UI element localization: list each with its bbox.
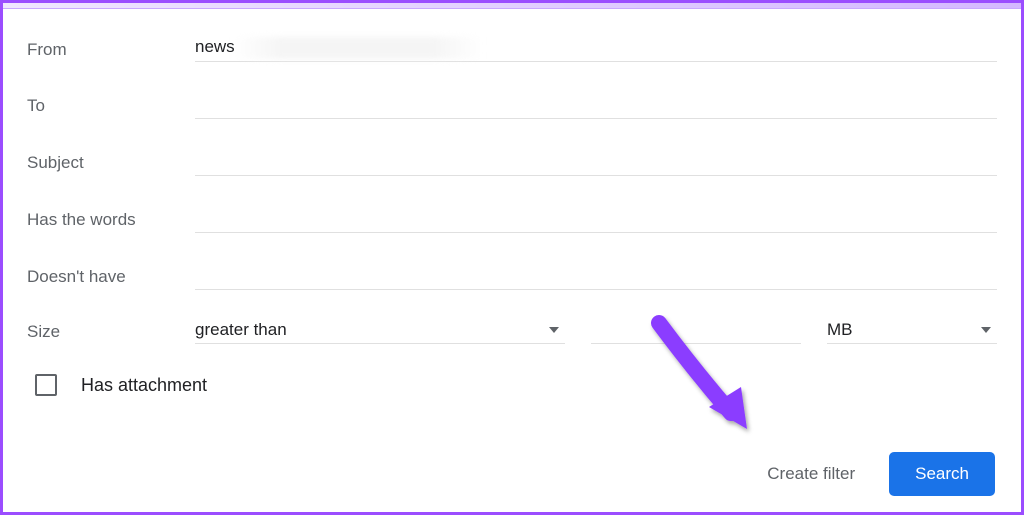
to-input[interactable] — [195, 92, 997, 116]
has-attachment-checkbox[interactable] — [35, 374, 57, 396]
from-input-wrap[interactable]: news — [195, 37, 997, 62]
size-unit-select[interactable]: MB — [827, 320, 997, 344]
to-row: To — [27, 92, 997, 119]
size-comparator-select[interactable]: greater than — [195, 320, 565, 344]
has-words-label: Has the words — [27, 210, 195, 230]
subject-row: Subject — [27, 149, 997, 176]
subject-input-wrap — [195, 149, 997, 176]
to-input-wrap — [195, 92, 997, 119]
from-input-value: news — [195, 37, 235, 56]
chevron-down-icon — [549, 327, 559, 333]
has-attachment-row: Has attachment — [35, 374, 997, 396]
filter-form: From news To Subject Has the words Doesn… — [3, 9, 1021, 396]
subject-label: Subject — [27, 153, 195, 173]
redacted-blur — [233, 37, 483, 59]
doesnt-have-label: Doesn't have — [27, 267, 195, 287]
doesnt-have-input-wrap — [195, 263, 997, 290]
footer-actions: Create filter Search — [761, 452, 995, 496]
chevron-down-icon — [981, 327, 991, 333]
search-button[interactable]: Search — [889, 452, 995, 496]
size-label: Size — [27, 322, 195, 342]
create-filter-button[interactable]: Create filter — [761, 456, 861, 492]
doesnt-have-row: Doesn't have — [27, 263, 997, 290]
size-row: Size greater than MB — [27, 320, 997, 344]
from-row: From news — [27, 37, 997, 62]
to-label: To — [27, 96, 195, 116]
doesnt-have-input[interactable] — [195, 263, 997, 287]
has-attachment-label: Has attachment — [81, 375, 207, 396]
size-unit-value: MB — [827, 320, 853, 340]
has-words-input-wrap — [195, 206, 997, 233]
subject-input[interactable] — [195, 149, 997, 173]
size-comparator-value: greater than — [195, 320, 287, 340]
size-number-wrap — [591, 320, 801, 344]
from-label: From — [27, 40, 195, 60]
has-words-input[interactable] — [195, 206, 997, 230]
search-filter-panel: From news To Subject Has the words Doesn… — [0, 0, 1024, 515]
size-number-input[interactable] — [591, 320, 801, 340]
has-words-row: Has the words — [27, 206, 997, 233]
